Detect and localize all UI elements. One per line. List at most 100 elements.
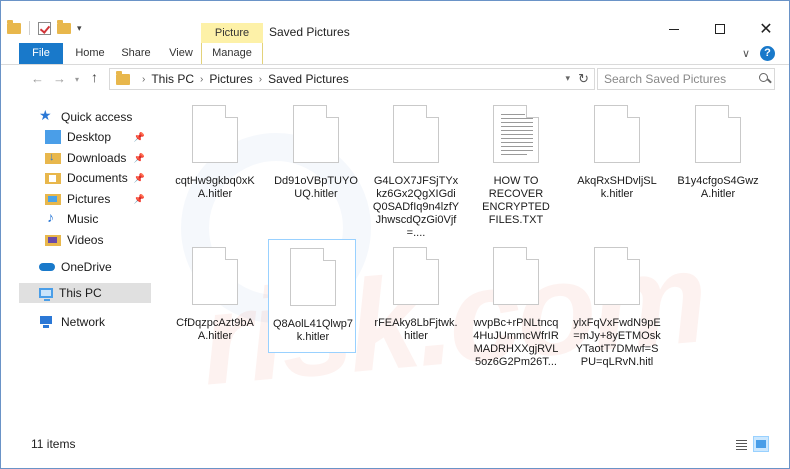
- file-tile[interactable]: HOW TO RECOVER ENCRYPTED FILES.TXT: [472, 97, 560, 226]
- sidebar-item-label: Network: [61, 315, 106, 329]
- file-icon: [594, 105, 640, 163]
- item-count: 11 items: [31, 437, 76, 451]
- file-name: cqtHw9gkbq0xKA.hitler: [175, 175, 255, 200]
- breadcrumb-chevron-icon[interactable]: ›: [200, 74, 203, 85]
- music-icon: [45, 209, 61, 226]
- title-bar: ▾ Picture Tools Saved Pictures ✕: [1, 1, 789, 59]
- text-file-icon: [493, 105, 539, 163]
- documents-icon: [45, 172, 61, 184]
- sidebar-item-label: Desktop: [67, 130, 112, 144]
- sidebar-item-pictures[interactable]: Pictures 📌: [45, 189, 151, 209]
- breadcrumb-chevron-icon[interactable]: ›: [259, 74, 262, 85]
- file-icon: [290, 248, 336, 306]
- customize-toolbar-dropdown-icon[interactable]: ▾: [77, 23, 82, 34]
- help-icon[interactable]: ?: [760, 46, 775, 61]
- large-icons-view-icon[interactable]: [753, 436, 769, 452]
- window-controls: ✕: [651, 15, 789, 43]
- search-input[interactable]: [604, 72, 754, 86]
- navigation-bar: ← → ▾ ↑ › This PC › Pictures › Saved Pic…: [1, 65, 789, 93]
- sidebar-item-videos[interactable]: Videos: [45, 230, 151, 250]
- breadcrumb-chevron-icon[interactable]: ›: [142, 74, 145, 85]
- expand-ribbon-chevron-icon[interactable]: ∨: [742, 47, 750, 60]
- file-tile[interactable]: rFEAky8LbFjtwk.hitler: [372, 239, 460, 353]
- refresh-icon[interactable]: ↻: [578, 71, 589, 87]
- sidebar-item-label: Quick access: [61, 110, 133, 124]
- new-folder-icon[interactable]: [57, 19, 71, 34]
- file-icon: [293, 105, 339, 163]
- file-name: ylxFqVxFwdN9pE=mJy+8yETMOskYTaotT7DMwf=S…: [573, 317, 661, 368]
- file-tile[interactable]: B1y4cfgoS4GwzA.hitler: [674, 97, 762, 211]
- sidebar-item-label: This PC: [59, 286, 102, 300]
- address-bar[interactable]: › This PC › Pictures › Saved Pictures ▾ …: [109, 68, 595, 90]
- pictures-icon: [45, 193, 61, 205]
- computer-icon: [39, 288, 53, 301]
- search-box[interactable]: [597, 68, 775, 90]
- breadcrumb-pictures[interactable]: Pictures: [209, 72, 252, 86]
- tab-view[interactable]: View: [163, 43, 199, 64]
- sidebar-item-label: Pictures: [67, 192, 111, 206]
- file-tile[interactable]: ylxFqVxFwdN9pE=mJy+8yETMOskYTaotT7DMwf=S…: [573, 239, 661, 368]
- file-icon: [192, 247, 238, 305]
- window-title: Saved Pictures: [269, 25, 350, 39]
- file-tile[interactable]: G4LOX7JFSjTYxkz6Gx2QgXIGdiQ0SADfIq9n4lzf…: [372, 97, 460, 239]
- file-icon: [192, 105, 238, 163]
- desktop-icon: [45, 130, 61, 144]
- sidebar-item-onedrive[interactable]: OneDrive: [39, 257, 151, 277]
- sidebar-item-downloads[interactable]: Downloads 📌: [45, 148, 151, 168]
- tab-home[interactable]: Home: [71, 43, 109, 64]
- ribbon-controls: ∨ ?: [742, 46, 775, 61]
- file-name: wvpBc+rPNLtncq4HuJUmmcWfrIRMADRHXXgjRVL5…: [473, 317, 559, 368]
- pin-icon: 📌: [133, 193, 145, 204]
- pin-icon: 📌: [133, 172, 145, 183]
- sidebar-item-music[interactable]: Music: [45, 209, 151, 229]
- maximize-button[interactable]: [697, 15, 743, 43]
- close-button[interactable]: ✕: [743, 15, 789, 43]
- file-name: G4LOX7JFSjTYxkz6Gx2QgXIGdiQ0SADfIq9n4lzf…: [372, 175, 460, 239]
- file-icon: [393, 247, 439, 305]
- up-arrow-icon[interactable]: ↑: [91, 69, 98, 85]
- file-name: Dd91oVBpTUYOUQ.hitler: [274, 175, 358, 200]
- pin-icon: 📌: [133, 131, 145, 142]
- toolbar-separator: [29, 21, 30, 35]
- sidebar-item-this-pc[interactable]: This PC: [19, 283, 151, 303]
- file-name: Q8AolL41Qlwp7k.hitler: [272, 318, 354, 343]
- file-tile[interactable]: Dd91oVBpTUYOUQ.hitler: [272, 97, 360, 211]
- forward-arrow-icon[interactable]: →: [53, 71, 66, 86]
- tab-manage[interactable]: Manage: [201, 43, 263, 64]
- file-tile[interactable]: CfDqzpcAzt9bAA.hitler: [171, 239, 259, 353]
- file-name: HOW TO RECOVER ENCRYPTED FILES.TXT: [482, 175, 550, 226]
- tab-file[interactable]: File: [19, 43, 63, 64]
- minimize-button[interactable]: [651, 15, 697, 43]
- details-view-icon[interactable]: [733, 436, 749, 452]
- file-icon: [393, 105, 439, 163]
- navigation-pane: Quick access Desktop 📌 Downloads 📌 Docum…: [1, 93, 161, 433]
- sidebar-item-quick-access[interactable]: Quick access: [39, 107, 151, 127]
- sidebar-item-label: Documents: [67, 171, 128, 185]
- star-icon: [39, 107, 55, 124]
- file-list: risk.com cqtHw9gkbq0xKA.hitler Dd91oVBpT…: [161, 93, 789, 433]
- address-dropdown-icon[interactable]: ▾: [565, 73, 570, 84]
- sidebar-item-desktop[interactable]: Desktop 📌: [45, 127, 151, 147]
- sidebar-item-network[interactable]: Network: [39, 312, 151, 332]
- folder-icon: [7, 19, 21, 34]
- recent-locations-chevron-icon[interactable]: ▾: [75, 75, 79, 84]
- minimize-icon: [669, 28, 679, 30]
- file-tile[interactable]: cqtHw9gkbq0xKA.hitler: [171, 97, 259, 211]
- sidebar-item-label: OneDrive: [61, 260, 112, 274]
- search-icon[interactable]: [758, 72, 772, 86]
- file-tile[interactable]: AkqRxSHDvljSLk.hitler: [573, 97, 661, 211]
- sidebar-item-label: Music: [67, 212, 99, 226]
- downloads-icon: [45, 151, 61, 164]
- sidebar-item-documents[interactable]: Documents 📌: [45, 168, 151, 188]
- breadcrumb-this-pc[interactable]: This PC: [151, 72, 194, 86]
- breadcrumb-saved-pictures[interactable]: Saved Pictures: [268, 72, 349, 86]
- file-name: AkqRxSHDvljSLk.hitler: [577, 175, 657, 200]
- tab-share[interactable]: Share: [117, 43, 155, 64]
- file-icon: [594, 247, 640, 305]
- file-tile[interactable]: wvpBc+rPNLtncq4HuJUmmcWfrIRMADRHXXgjRVL5…: [472, 239, 560, 368]
- back-arrow-icon[interactable]: ←: [31, 71, 44, 86]
- close-icon: ✕: [759, 21, 773, 38]
- file-tile-selected[interactable]: Q8AolL41Qlwp7k.hitler: [268, 239, 356, 353]
- properties-icon[interactable]: [38, 21, 51, 35]
- status-bar: 11 items: [1, 433, 789, 455]
